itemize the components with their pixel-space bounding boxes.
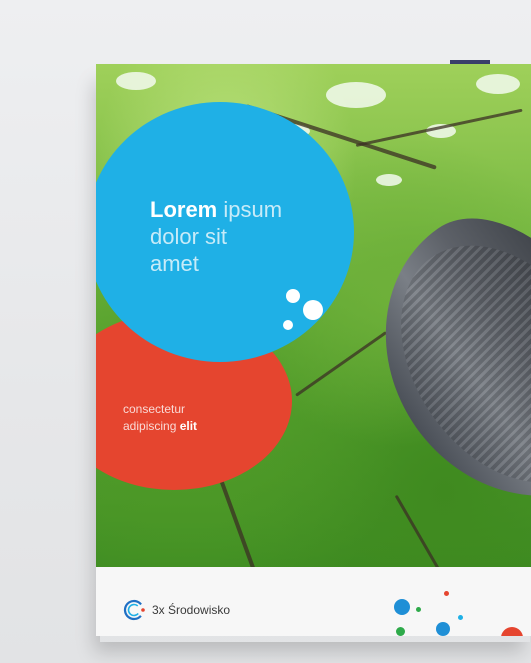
heading-light-word: ipsum (217, 197, 283, 222)
footer-dot (416, 607, 421, 612)
subheading-line-2: adipiscing elit (123, 418, 283, 435)
tree-bark-texture (357, 205, 531, 523)
footer-dot (501, 627, 523, 636)
decor-dot (303, 300, 323, 320)
poster-footer: 3x Środowisko (96, 567, 531, 636)
footer-dot (458, 615, 463, 620)
heading-bold-word: Lorem (150, 197, 218, 222)
poster-heading: Lorem ipsum dolor sit amet (150, 196, 340, 277)
subheading-bold-word: elit (179, 419, 198, 433)
tree-canopy-photo: Lorem ipsum dolor sit amet consectetur a… (96, 64, 531, 567)
subheading-line-1: consectetur (123, 402, 186, 416)
sky-gap (476, 74, 520, 94)
logo-text: 3x Środowisko (152, 603, 231, 617)
footer-dot (396, 627, 405, 636)
sky-gap (116, 72, 156, 90)
decor-dot (283, 320, 293, 330)
decor-dot (286, 289, 300, 303)
branch (295, 331, 387, 397)
mockup-scene: Lorem ipsum dolor sit amet consectetur a… (0, 0, 531, 663)
sky-gap (376, 174, 402, 186)
subheading-light-word: adipiscing (123, 419, 180, 433)
footer-dot (444, 591, 449, 596)
poster-subheading: consectetur adipiscing elit (123, 401, 283, 435)
branch (394, 494, 443, 567)
heading-line-2: dolor sit (150, 224, 228, 249)
sky-gap (326, 82, 386, 108)
footer-dot (394, 599, 410, 615)
poster: Lorem ipsum dolor sit amet consectetur a… (96, 64, 531, 636)
footer-dot (436, 622, 450, 636)
branch (355, 108, 523, 147)
heading-line-3: amet (150, 251, 199, 276)
heading-line-1: Lorem ipsum (150, 196, 340, 223)
logo-c-icon (123, 599, 145, 621)
